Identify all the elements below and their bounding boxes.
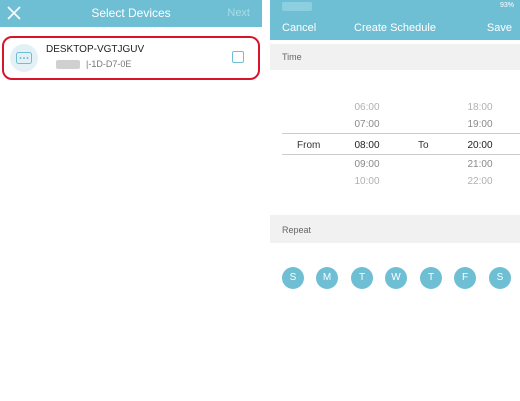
close-icon[interactable] — [6, 5, 22, 21]
device-checkbox[interactable] — [232, 51, 244, 63]
repeat-day-selector: S M T W T F S — [270, 265, 520, 295]
day-monday-button[interactable]: M — [316, 267, 338, 289]
from-option[interactable]: 10:00 — [342, 176, 392, 187]
status-bar-blur — [282, 2, 312, 11]
picker-selection-bottom-line — [282, 154, 520, 155]
create-schedule-screen: 93% Create Schedule Cancel Save Time 06:… — [270, 0, 520, 401]
day-sunday-button[interactable]: S — [282, 267, 304, 289]
to-option[interactable]: 21:00 — [455, 159, 505, 170]
day-saturday-button[interactable]: S — [489, 267, 511, 289]
time-range-picker[interactable]: 06:00 07:00 18:00 19:00 From 08:00 To 20… — [270, 82, 520, 202]
time-section-header: Time — [270, 44, 520, 70]
from-selected-time[interactable]: 08:00 — [342, 140, 392, 151]
next-button[interactable]: Next — [227, 0, 250, 27]
page-title: Select Devices — [91, 6, 171, 20]
to-option[interactable]: 22:00 — [455, 176, 505, 187]
from-label: From — [297, 140, 321, 151]
repeat-section-header: Repeat — [270, 215, 520, 243]
device-mac: |-1D-D7-0E — [86, 59, 132, 69]
to-option[interactable]: 18:00 — [455, 102, 505, 113]
to-selected-time[interactable]: 20:00 — [455, 140, 505, 151]
to-option[interactable]: 19:00 — [455, 119, 505, 130]
repeat-section-label: Repeat — [282, 225, 312, 235]
from-option[interactable]: 07:00 — [342, 119, 392, 130]
mac-address-blur — [56, 60, 80, 69]
from-option[interactable]: 09:00 — [342, 159, 392, 170]
picker-selection-top-line — [282, 133, 520, 134]
screen: Select Devices Next DESKTOP-VGTJGUV |-1D… — [0, 0, 520, 401]
from-option[interactable]: 06:00 — [342, 102, 392, 113]
device-list-item[interactable]: DESKTOP-VGTJGUV |-1D-D7-0E — [2, 36, 260, 80]
save-button[interactable]: Save — [487, 22, 512, 34]
battery-status: 93% — [499, 2, 514, 9]
time-section-label: Time — [282, 52, 302, 62]
to-label: To — [418, 140, 429, 151]
create-schedule-header: 93% Create Schedule Cancel Save — [270, 0, 520, 40]
day-wednesday-button[interactable]: W — [385, 267, 407, 289]
select-devices-header: Select Devices Next — [0, 0, 262, 27]
day-friday-button[interactable]: F — [454, 267, 476, 289]
device-name: DESKTOP-VGTJGUV — [46, 44, 145, 55]
cancel-button[interactable]: Cancel — [282, 22, 316, 34]
picker-edge-fade — [342, 84, 392, 90]
select-devices-screen: Select Devices Next DESKTOP-VGTJGUV |-1D… — [0, 0, 262, 401]
computer-icon — [10, 44, 38, 72]
day-tuesday-button[interactable]: T — [351, 267, 373, 289]
day-thursday-button[interactable]: T — [420, 267, 442, 289]
